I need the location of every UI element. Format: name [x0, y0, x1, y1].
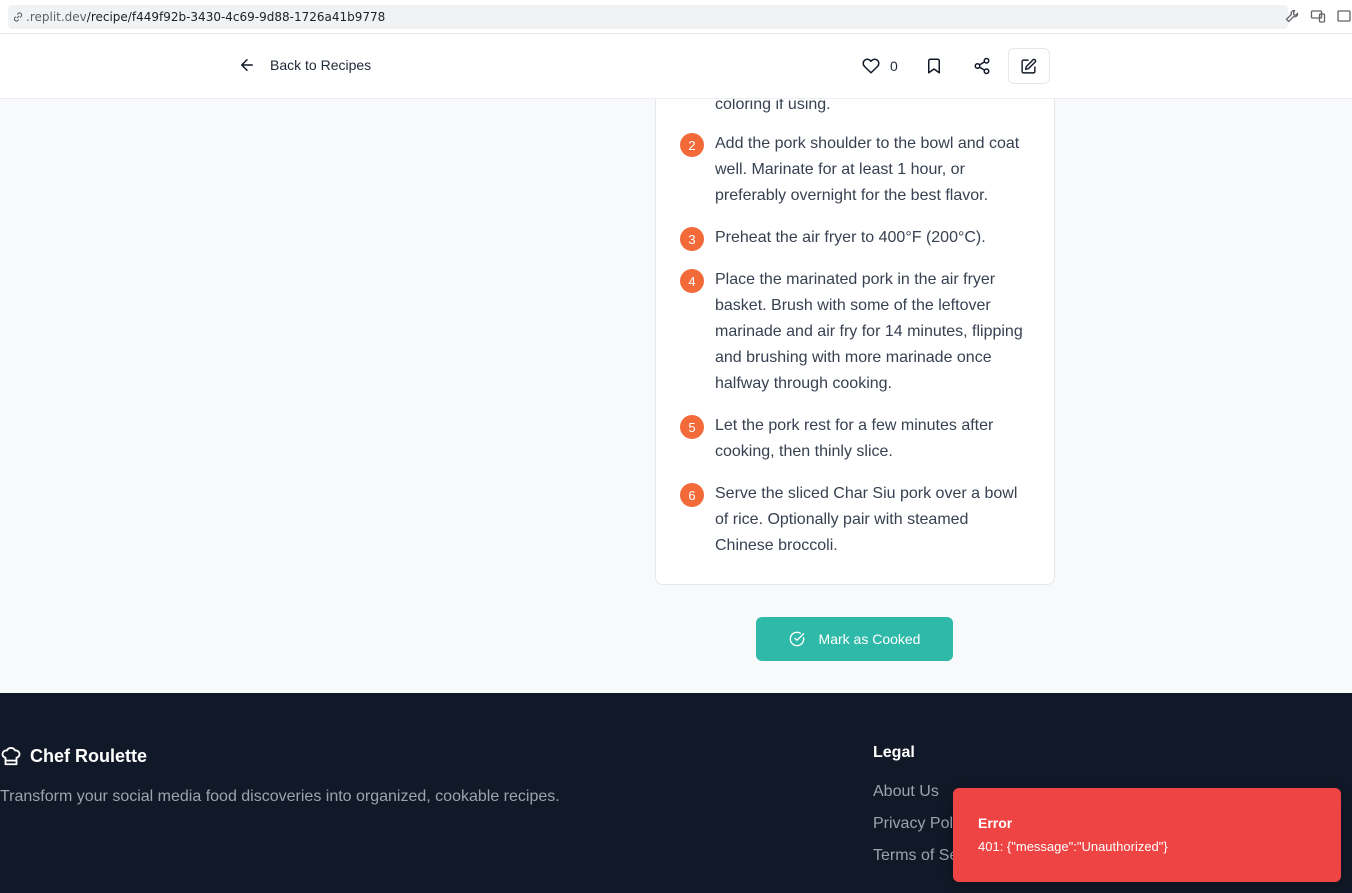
toast-message: 401: {"message":"Unauthorized"}: [978, 839, 1168, 854]
chef-hat-icon: [1, 747, 21, 766]
more-icon[interactable]: [1336, 8, 1352, 24]
step-text: Serve the sliced Char Siu pork over a bo…: [715, 485, 1018, 554]
edit-button[interactable]: [1007, 48, 1050, 84]
like-count: 0: [890, 58, 898, 74]
wrench-icon[interactable]: [1284, 8, 1300, 24]
footer-brand[interactable]: Chef Roulette: [0, 745, 147, 767]
share-icon: [974, 57, 990, 75]
link-icon: [12, 11, 24, 23]
devices-icon[interactable]: [1310, 8, 1326, 24]
bookmark-button[interactable]: [916, 48, 952, 84]
url-host: .replit.dev: [26, 10, 87, 24]
mark-as-cooked-button[interactable]: Mark as Cooked: [756, 617, 953, 661]
arrow-left-icon: [241, 59, 253, 71]
legal-heading: Legal: [873, 744, 915, 761]
step-text: Preheat the air fryer to 400°F (200°C).: [715, 229, 986, 246]
error-toast[interactable]: Error 401: {"message":"Unauthorized"}: [953, 788, 1341, 882]
brand-name: Chef Roulette: [30, 745, 147, 766]
footer-tagline: Transform your social media food discove…: [0, 788, 560, 805]
step-number-badge: 2: [680, 133, 704, 157]
check-circle-icon: [789, 631, 804, 647]
step-text: Add the pork shoulder to the bowl and co…: [715, 135, 1020, 204]
url-field[interactable]: .replit.dev/recipe/f449f92b-3430-4c69-9d…: [8, 5, 1288, 29]
step-number-badge: 6: [680, 483, 704, 507]
browser-address-bar: .replit.dev/recipe/f449f92b-3430-4c69-9d…: [0, 0, 1352, 34]
header-overlay: Back to Recipes 0: [0, 34, 1352, 99]
back-to-recipes-link-overlay[interactable]: Back to Recipes: [238, 56, 371, 74]
bookmark-icon: [927, 58, 940, 74]
url-path: /recipe/f449f92b-3430-4c69-9d88-1726a41b…: [86, 10, 386, 24]
back-label: Back to Recipes: [270, 57, 372, 73]
toast-title: Error: [978, 815, 1013, 831]
step-text: Let the pork rest for a few minutes afte…: [715, 417, 994, 460]
step-text: Place the marinated pork in the air frye…: [715, 271, 1023, 392]
edit-icon: [1021, 58, 1037, 74]
step-number-badge: 3: [680, 227, 704, 251]
about-us-link[interactable]: About Us: [873, 783, 939, 801]
heart-icon: [862, 58, 880, 74]
like-button[interactable]: 0: [856, 48, 904, 84]
step-number-badge: 4: [680, 269, 704, 293]
mark-as-cooked-label: Mark as Cooked: [818, 631, 921, 647]
step-number-badge: 5: [680, 415, 704, 439]
share-button[interactable]: [964, 48, 1000, 84]
